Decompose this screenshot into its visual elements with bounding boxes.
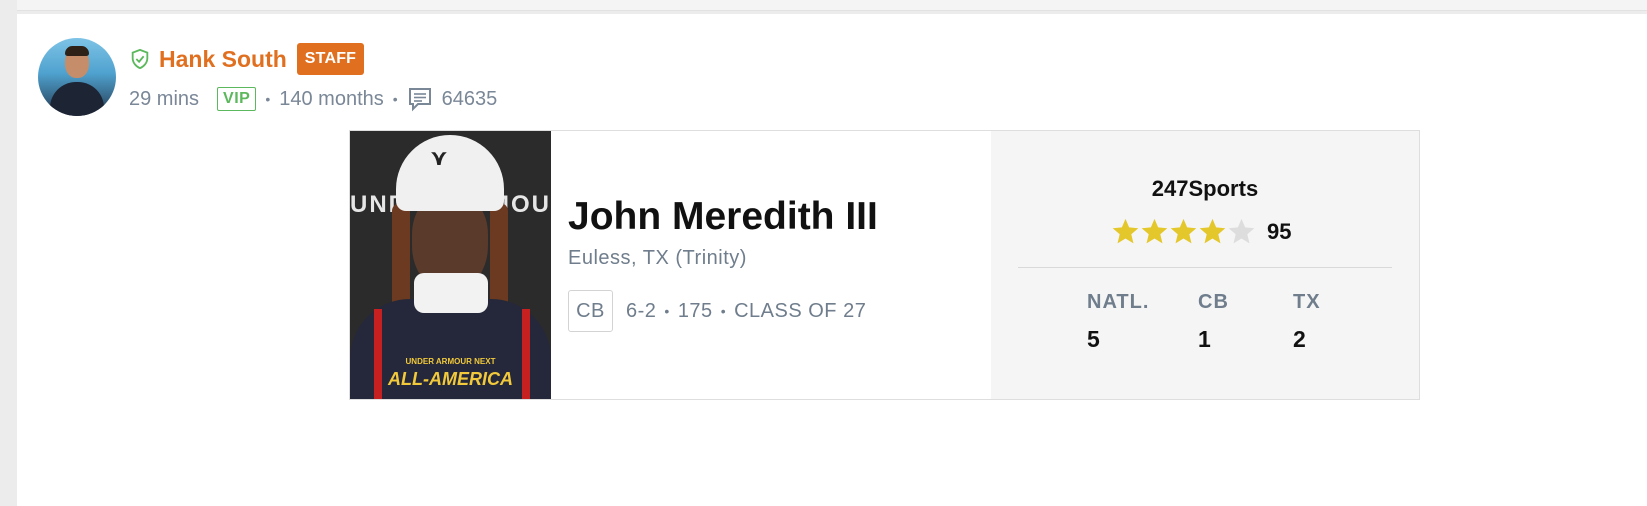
rank-label: TX xyxy=(1293,291,1321,313)
comment-icon xyxy=(408,88,431,112)
post-meta: 29 mins VIP • 140 months • 64635 xyxy=(129,84,497,114)
beanie-logo: ⋎ xyxy=(430,145,448,170)
star-icon xyxy=(1228,218,1255,244)
rank-state[interactable]: TX 2 xyxy=(1293,291,1321,353)
separator-dot: • xyxy=(265,91,271,107)
author-row: Hank South STAFF xyxy=(129,42,365,76)
rating-divider xyxy=(1018,267,1392,268)
rating-source[interactable]: 247Sports xyxy=(991,176,1419,202)
rank-label: CB xyxy=(1198,291,1229,313)
shirt-small-text: UNDER ARMOUR NEXT xyxy=(405,357,496,366)
rating-panel: 247Sports 95 NATL. 5 CB 1 TX 2 xyxy=(991,131,1419,399)
stars-container xyxy=(1111,217,1256,246)
rank-label: NATL. xyxy=(1087,291,1150,313)
top-divider-bar xyxy=(17,0,1647,11)
star-icon xyxy=(1170,218,1197,244)
comment-count: 64635 xyxy=(441,87,498,110)
player-info: John Meredith III Euless, TX (Trinity) C… xyxy=(568,195,988,332)
player-class: CLASS OF 27 xyxy=(734,299,867,322)
author-name[interactable]: Hank South xyxy=(159,46,287,73)
rank-value: 5 xyxy=(1087,326,1100,352)
shield-check-icon xyxy=(131,48,149,70)
position-badge: CB xyxy=(568,290,613,332)
player-height: 6-2 xyxy=(626,299,657,322)
separator-dot: • xyxy=(720,303,727,319)
player-weight: 175 xyxy=(677,299,713,322)
member-tenure: 140 months xyxy=(279,87,384,110)
rank-value: 2 xyxy=(1293,326,1306,352)
separator-dot: • xyxy=(664,303,670,319)
player-card[interactable]: UND MOU ⋎ UNDER ARMOUR NEXT ALL-AMERICA … xyxy=(349,130,1420,400)
separator-dot: • xyxy=(392,91,398,107)
staff-badge: STAFF xyxy=(296,43,365,75)
shirt-text: ALL-AMERICA xyxy=(388,369,513,389)
vip-badge: VIP xyxy=(217,87,257,111)
post-panel: Hank South STAFF 29 mins VIP • 140 month… xyxy=(17,14,1647,506)
star-icon xyxy=(1112,218,1139,244)
player-vitals: CB 6-2 • 175 • CLASS OF 27 xyxy=(568,290,988,332)
star-rating: 95 xyxy=(1111,217,1291,246)
player-hometown: Euless, TX (Trinity) xyxy=(568,247,747,269)
rank-natl[interactable]: NATL. 5 xyxy=(1087,291,1149,353)
star-icon xyxy=(1199,218,1226,244)
star-icon xyxy=(1141,218,1168,244)
rank-value: 1 xyxy=(1198,326,1211,352)
author-avatar[interactable] xyxy=(38,38,116,116)
rating-score: 95 xyxy=(1267,218,1292,244)
post-time[interactable]: 29 mins xyxy=(129,88,199,111)
rank-position[interactable]: CB 1 xyxy=(1198,291,1229,353)
player-photo[interactable]: UND MOU ⋎ UNDER ARMOUR NEXT ALL-AMERICA xyxy=(350,131,551,399)
player-name[interactable]: John Meredith III xyxy=(568,195,988,239)
